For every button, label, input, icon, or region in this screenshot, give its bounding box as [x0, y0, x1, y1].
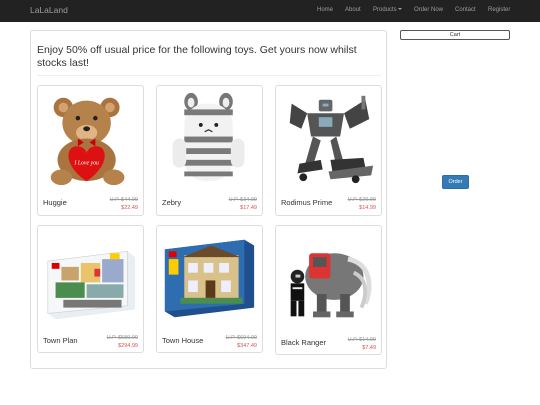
- nav-products-label: Products: [373, 7, 397, 13]
- product-price: $347.49: [237, 343, 257, 349]
- product-name: Rodimus Prime: [281, 198, 333, 207]
- product-old-price: U.P. $694.99: [225, 335, 257, 341]
- product-card-black-ranger[interactable]: Black Ranger U.P. $14.99 $7.49: [275, 225, 382, 355]
- product-name: Black Ranger: [281, 338, 327, 347]
- promo-headline: Enjoy 50% off usual price for the follow…: [37, 44, 357, 69]
- caret-down-icon: [397, 8, 402, 11]
- nav-order-now[interactable]: Order Now: [414, 7, 443, 13]
- product-price: $294.99: [118, 343, 138, 349]
- product-name: Zebry: [162, 198, 182, 207]
- order-button[interactable]: Order: [442, 175, 469, 189]
- brand-link[interactable]: LaLaLand: [30, 5, 68, 15]
- zebra-plush-icon: [172, 92, 245, 182]
- product-name: Huggie: [43, 198, 67, 207]
- nav-products[interactable]: Products: [373, 7, 402, 13]
- product-old-price: U.P. $44.99: [109, 197, 138, 203]
- divider: [37, 75, 381, 76]
- teddy-bear-icon: I Love you: [50, 97, 125, 186]
- product-price: $17.49: [240, 205, 257, 211]
- nav-home[interactable]: Home: [317, 7, 333, 13]
- product-old-price: U.P. $589.99: [106, 335, 138, 341]
- product-name: Town House: [162, 336, 204, 345]
- product-old-price: U.P. $29.99: [347, 197, 376, 203]
- robot-figure-icon: [289, 95, 374, 184]
- mastodon-zord-icon: [290, 253, 372, 318]
- nav-about[interactable]: About: [345, 7, 361, 13]
- product-name: Town Plan: [43, 336, 78, 345]
- product-card-huggie[interactable]: I Love you Huggie U.P. $44.99 $22.49: [37, 85, 144, 216]
- product-card-town-plan[interactable]: Town Plan U.P. $589.99 $294.99: [37, 225, 144, 353]
- product-price: $22.49: [121, 205, 138, 211]
- product-card-town-house[interactable]: Town House U.P. $694.99 $347.49: [156, 225, 263, 353]
- nav-contact[interactable]: Contact: [455, 7, 476, 13]
- product-old-price: U.P. $34.99: [228, 197, 257, 203]
- cart-button[interactable]: Cart: [400, 30, 510, 40]
- svg-text:I Love you: I Love you: [73, 161, 99, 167]
- nav-register[interactable]: Register: [488, 7, 510, 13]
- product-price: $7.49: [362, 345, 376, 351]
- navbar: LaLaLand Home About Products Order Now C…: [0, 0, 540, 22]
- lego-box-icon: [47, 251, 136, 320]
- product-old-price: U.P. $14.99: [347, 337, 376, 343]
- product-card-zebry[interactable]: Zebry U.P. $34.99 $17.49: [156, 85, 263, 216]
- products-panel: Enjoy 50% off usual price for the follow…: [30, 30, 387, 369]
- lego-house-box-icon: [164, 239, 255, 318]
- product-card-rodimus-prime[interactable]: Rodimus Prime U.P. $29.99 $14.99: [275, 85, 382, 216]
- product-price: $14.99: [359, 205, 376, 211]
